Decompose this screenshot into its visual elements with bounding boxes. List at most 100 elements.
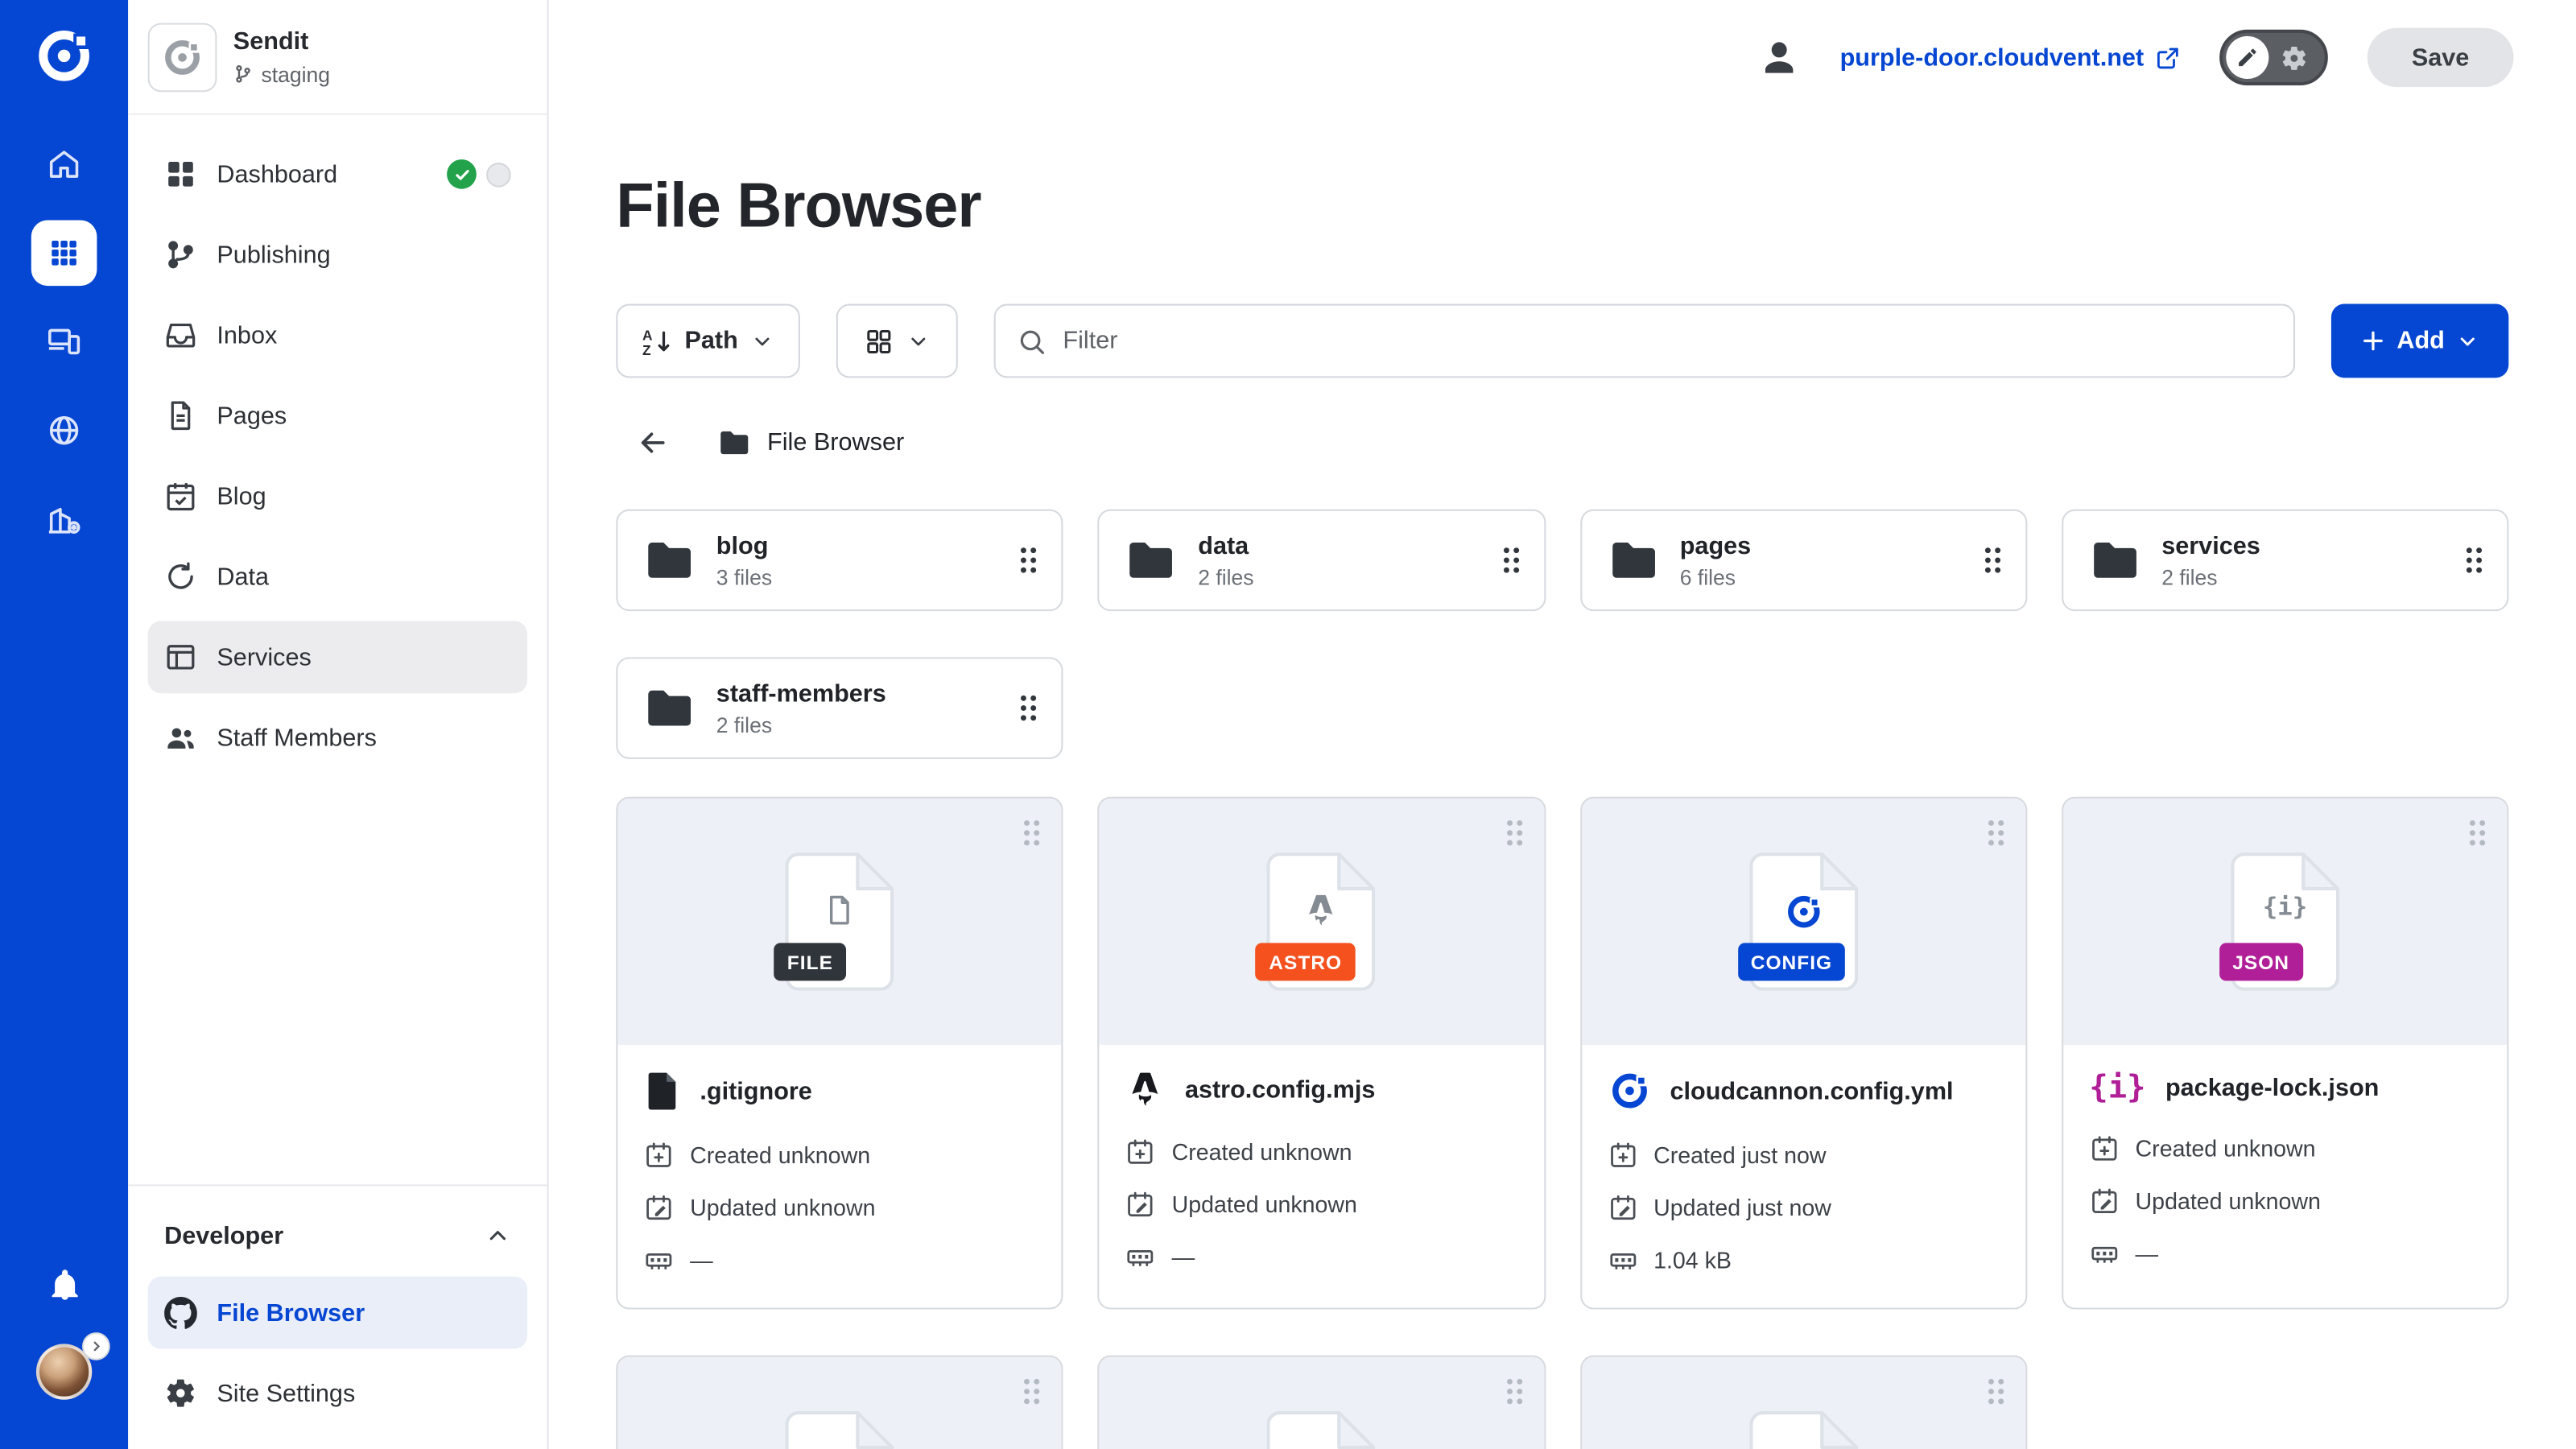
save-button[interactable]: Save: [2368, 28, 2514, 87]
dashboard-icon: [164, 158, 197, 191]
sidebar-item-blog[interactable]: Blog: [148, 460, 527, 532]
file-type-mini-icon: {i}: [2263, 892, 2307, 922]
rail-devices-button[interactable]: [31, 309, 97, 375]
drag-handle[interactable]: [1986, 1377, 2005, 1406]
rail-builds-button[interactable]: [31, 486, 97, 552]
home-icon: [46, 147, 82, 183]
folder-card-staff-members[interactable]: staff-members2 files: [616, 657, 1063, 759]
pencil-icon: [2226, 36, 2268, 79]
drag-handle[interactable]: [1504, 818, 1523, 848]
edit-mode-toggle[interactable]: [2219, 30, 2328, 85]
folder-card-blog[interactable]: blog3 files: [616, 510, 1063, 612]
folder-icon: [1608, 539, 1658, 581]
cloudcannon-config-icon: [1608, 1070, 1650, 1113]
rail-home-button[interactable]: [31, 131, 97, 197]
drag-handle[interactable]: [1019, 693, 1038, 723]
folder-card-services[interactable]: services2 files: [2062, 510, 2509, 612]
page-title: File Browser: [616, 172, 2508, 243]
sort-button[interactable]: AZ Path: [616, 304, 800, 378]
drag-handle[interactable]: [2464, 546, 2483, 576]
data-icon: [164, 560, 197, 593]
file-card-partial[interactable]: [616, 1356, 1063, 1449]
view-toggle-button[interactable]: [836, 304, 958, 378]
site-logo: [148, 23, 217, 92]
live-site-link[interactable]: purple-door.cloudvent.net: [1840, 43, 2180, 72]
file-preview: FILE: [617, 799, 1062, 1045]
file-type-mini-icon: [824, 892, 857, 928]
drag-handle[interactable]: [1986, 818, 2005, 848]
file-card-cloudcannon-config[interactable]: CONFIG cloudcannon.config.yml Created ju…: [1579, 797, 2027, 1310]
chevron-down-icon: [2456, 329, 2479, 353]
drag-handle[interactable]: [1504, 1377, 1523, 1406]
file-preview: [1581, 1357, 2025, 1449]
updated-date-icon: [1608, 1193, 1637, 1223]
services-icon: [164, 641, 197, 674]
sidebar-item-publishing[interactable]: Publishing: [148, 218, 527, 291]
sidebar-item-inbox[interactable]: Inbox: [148, 299, 527, 371]
toolbar: AZ Path Add: [616, 304, 2508, 378]
file-card-astro-config[interactable]: ASTRO astro.config.mjs Created unknown U…: [1098, 797, 1546, 1310]
file-type-badge: JSON: [2219, 943, 2302, 980]
add-button[interactable]: Add: [2331, 304, 2508, 378]
updated-date-icon: [644, 1193, 674, 1223]
sidebar-item-services[interactable]: Services: [148, 621, 527, 693]
drag-handle[interactable]: [1022, 1377, 1042, 1406]
drag-handle[interactable]: [1022, 818, 1042, 848]
file-info: .gitignore Created unknown Updated unkno…: [617, 1045, 1062, 1308]
devices-icon: [46, 324, 82, 360]
filter-input[interactable]: [1063, 327, 2272, 355]
breadcrumb: File Browser: [616, 419, 2508, 464]
environment: staging: [233, 62, 330, 87]
sidebar-item-site-settings[interactable]: Site Settings: [148, 1357, 527, 1430]
avatar-expand-button[interactable]: [82, 1332, 110, 1360]
back-button[interactable]: [630, 419, 675, 464]
updated-date-icon: [2089, 1186, 2119, 1216]
breadcrumb-root[interactable]: File Browser: [718, 428, 904, 456]
drag-handle[interactable]: [2467, 818, 2487, 848]
folder-card-pages[interactable]: pages6 files: [1579, 510, 2027, 612]
file-icon: [644, 1070, 680, 1113]
file-card-partial[interactable]: [1098, 1356, 1546, 1449]
builds-icon: [46, 501, 82, 537]
rail-apps-button[interactable]: [31, 220, 97, 286]
file-size-icon: [2089, 1239, 2119, 1269]
created-date-icon: [1608, 1140, 1637, 1170]
main-area: purple-door.cloudvent.net Save File Brow…: [549, 0, 2576, 1449]
rail-nav: [31, 131, 97, 551]
sidebar-item-file-browser[interactable]: File Browser: [148, 1277, 527, 1349]
workspace-switcher[interactable]: Sendit staging: [128, 0, 547, 115]
drag-handle[interactable]: [1501, 546, 1520, 576]
file-glyph: [1267, 1411, 1376, 1449]
sidebar-item-data[interactable]: Data: [148, 540, 527, 613]
sidebar-item-staff-members[interactable]: Staff Members: [148, 701, 527, 774]
created-date-icon: [2089, 1133, 2119, 1163]
file-card-partial[interactable]: [1579, 1356, 2027, 1449]
gear-icon: [164, 1377, 197, 1410]
site-name: Sendit: [233, 27, 309, 56]
dashboard-status: [447, 159, 511, 189]
folder-icon: [2089, 539, 2140, 581]
app-rail: [0, 0, 128, 1449]
sidebar-item-dashboard[interactable]: Dashboard: [148, 138, 527, 210]
drag-handle[interactable]: [1983, 546, 2002, 576]
pages-icon: [164, 399, 197, 432]
cloudcannon-logo[interactable]: [31, 23, 97, 89]
grid-view-icon: [864, 326, 894, 356]
drag-handle[interactable]: [1019, 546, 1038, 576]
folder-grid: blog3 files data2 files pages6 files ser…: [616, 510, 2508, 759]
developer-section-toggle[interactable]: Developer: [148, 1203, 527, 1269]
file-card-package-lock[interactable]: {i} JSON {i} package-lock.json Created u…: [2062, 797, 2509, 1310]
publishing-icon: [164, 238, 197, 271]
notifications-button[interactable]: [31, 1252, 97, 1318]
plus-icon: [2360, 328, 2385, 353]
visitor-icon[interactable]: [1758, 36, 1801, 79]
folder-card-data[interactable]: data2 files: [1098, 510, 1546, 612]
file-card-gitignore[interactable]: FILE .gitignore Created unknown Updated …: [616, 797, 1063, 1310]
sidebar-item-pages[interactable]: Pages: [148, 379, 527, 452]
chevron-up-icon: [485, 1222, 511, 1249]
json-icon: {i}: [2089, 1070, 2145, 1106]
apps-grid-icon: [47, 237, 80, 270]
status-pending-icon: [486, 162, 511, 187]
rail-globe-button[interactable]: [31, 398, 97, 464]
folder-icon: [644, 687, 695, 729]
